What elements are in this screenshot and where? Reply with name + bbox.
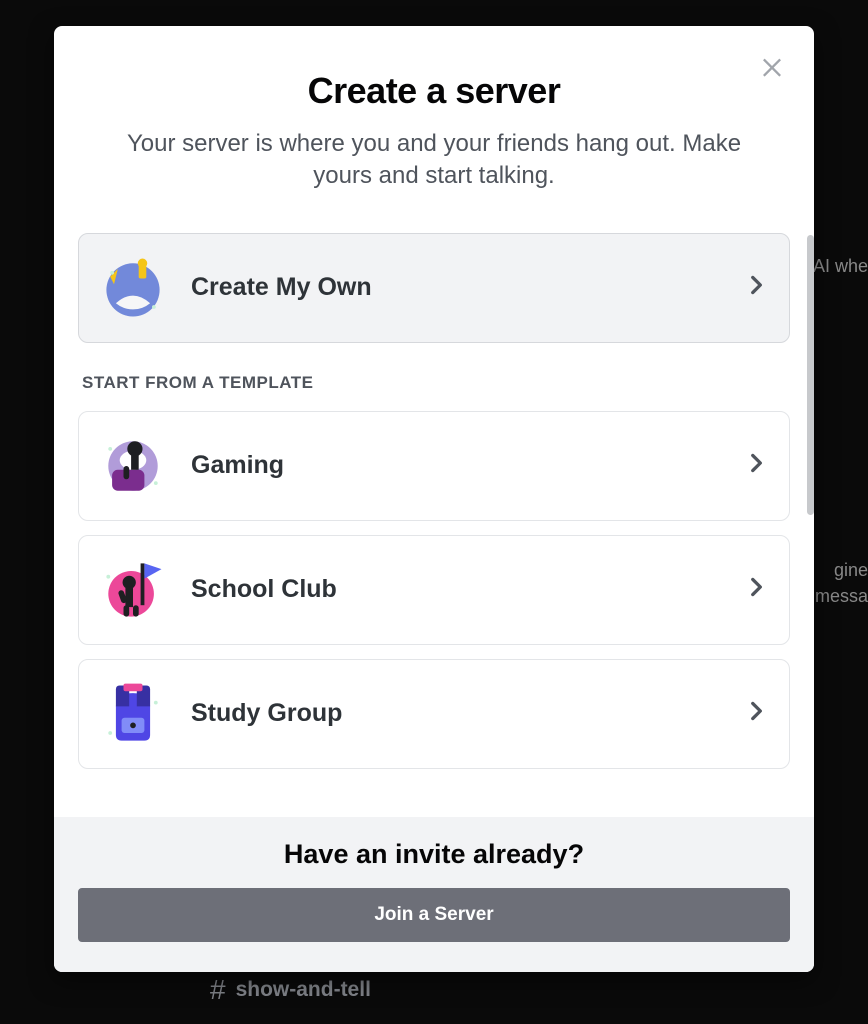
options-list: Create My Own START FROM A TEMPLATE xyxy=(54,233,814,817)
option-label: Create My Own xyxy=(191,273,723,302)
bg-text-fragment: t messa xyxy=(805,586,868,607)
option-gaming[interactable]: Gaming xyxy=(78,411,790,521)
channel-name: show-and-tell xyxy=(236,978,371,1002)
option-create-my-own[interactable]: Create My Own xyxy=(78,233,790,343)
background-channel[interactable]: # show-and-tell xyxy=(210,974,371,1006)
modal-footer: Have an invite already? Join a Server xyxy=(54,817,814,972)
modal-subtitle: Your server is where you and your friend… xyxy=(84,128,784,193)
option-study-group[interactable]: Study Group xyxy=(78,659,790,769)
create-my-own-icon xyxy=(95,250,171,326)
chevron-right-icon xyxy=(743,272,769,303)
modal-header: Create a server Your server is where you… xyxy=(54,26,814,193)
bg-text-fragment: gine xyxy=(834,560,868,581)
school-club-icon xyxy=(95,552,171,628)
gaming-icon xyxy=(95,428,171,504)
join-server-button[interactable]: Join a Server xyxy=(78,888,790,942)
study-group-icon xyxy=(95,676,171,752)
footer-title: Have an invite already? xyxy=(78,839,790,870)
option-school-club[interactable]: School Club xyxy=(78,535,790,645)
close-icon xyxy=(758,52,786,80)
option-label: School Club xyxy=(191,575,723,604)
chevron-right-icon xyxy=(743,450,769,481)
template-section-header: START FROM A TEMPLATE xyxy=(82,373,790,393)
modal-title: Create a server xyxy=(84,70,784,112)
chevron-right-icon xyxy=(743,698,769,729)
create-server-modal: Create a server Your server is where you… xyxy=(54,26,814,972)
option-label: Gaming xyxy=(191,451,723,480)
chevron-right-icon xyxy=(743,574,769,605)
option-label: Study Group xyxy=(191,699,723,728)
scrollbar-thumb[interactable] xyxy=(807,235,814,515)
hash-icon: # xyxy=(210,974,226,1006)
bg-text-fragment: AI whe xyxy=(813,256,868,277)
close-button[interactable] xyxy=(754,48,790,84)
